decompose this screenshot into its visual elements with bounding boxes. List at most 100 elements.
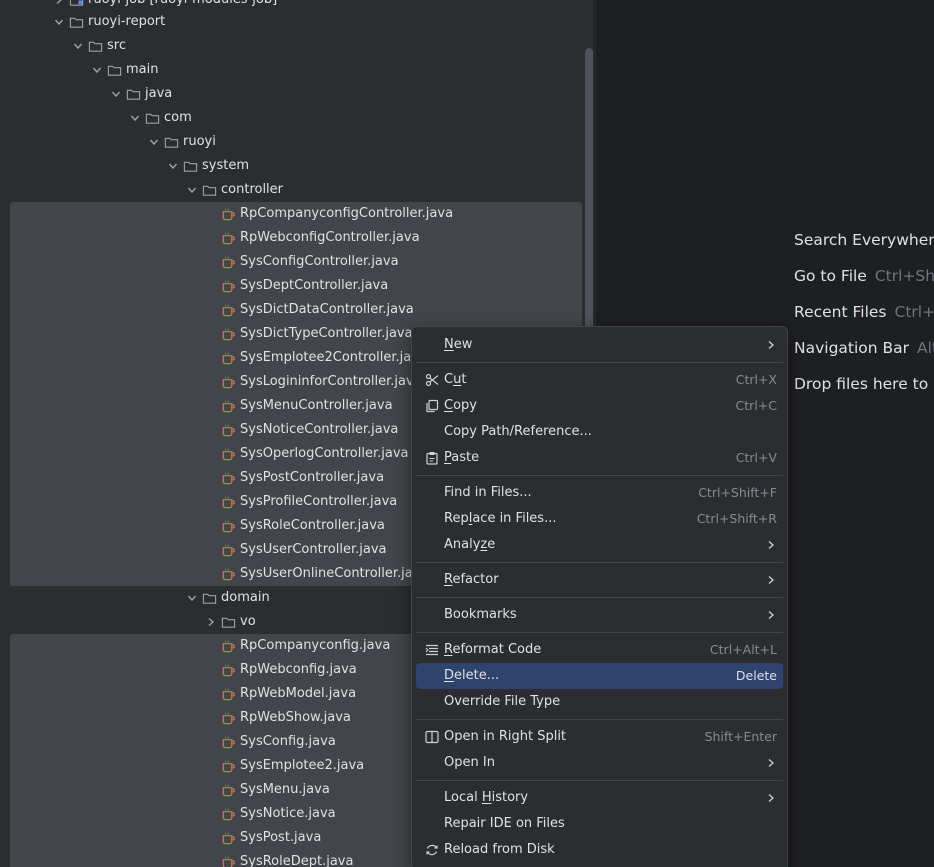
folder-icon <box>201 178 217 202</box>
chevron-down-icon[interactable] <box>126 106 144 130</box>
tree-row-label: SysDeptController.java <box>240 278 389 293</box>
menu-item-open-in-right-split[interactable]: Open in Right Split Shift+Enter <box>416 724 783 750</box>
tree-row-label: ruoyi-report <box>88 14 166 29</box>
menu-item-bookmarks[interactable]: Bookmarks <box>416 602 783 628</box>
chevron-right-icon[interactable] <box>202 610 220 634</box>
chevron-down-icon[interactable] <box>164 154 182 178</box>
menu-item-delete[interactable]: Delete... Delete <box>416 663 783 689</box>
menu-item-new[interactable]: New <box>416 332 783 358</box>
tree-row-label: com <box>164 110 192 125</box>
tree-row-label: vo <box>240 614 256 629</box>
menu-item-label: Paste <box>444 450 480 465</box>
menu-separator <box>416 475 783 476</box>
tree-file-sysdictdatacontroller-java[interactable]: SysDictDataController.java <box>202 298 414 322</box>
menu-item-shortcut: Ctrl+V <box>735 450 777 465</box>
tree-row-label: SysEmplotee2Controller.java <box>240 350 427 365</box>
chevron-down-icon[interactable] <box>183 586 201 610</box>
tree-file-rpwebconfig-java[interactable]: RpWebconfig.java <box>202 658 357 682</box>
menu-item-find-in-files[interactable]: Find in Files... Ctrl+Shift+F <box>416 480 783 506</box>
menu-item-shortcut: Ctrl+C <box>735 398 777 413</box>
tree-file-sysnoticecontroller-java[interactable]: SysNoticeController.java <box>202 418 398 442</box>
tree-file-sysemplotee2-java[interactable]: SysEmplotee2.java <box>202 754 364 778</box>
tree-file-sysusercontroller-java[interactable]: SysUserController.java <box>202 538 386 562</box>
tree-file-rpcompanyconfigcontroller-java[interactable]: RpCompanyconfigController.java <box>202 202 453 226</box>
menu-item-refactor[interactable]: Refactor <box>416 567 783 593</box>
menu-item-analyze[interactable]: Analyze <box>416 532 783 558</box>
menu-item-paste[interactable]: Paste Ctrl+V <box>416 445 783 471</box>
tree-row-label: SysPost.java <box>240 830 322 845</box>
tree-file-sysemplotee2controller-java[interactable]: SysEmplotee2Controller.java <box>202 346 427 370</box>
tree-file-sysroledept-java[interactable]: SysRoleDept.java <box>202 850 353 867</box>
tree-row-label: RpWebModel.java <box>240 686 357 701</box>
tree-folder-com[interactable]: com <box>126 106 192 130</box>
chevron-down-icon[interactable] <box>107 82 125 106</box>
chevron-down-icon[interactable] <box>183 178 201 202</box>
menu-item-override-file-type[interactable]: Override File Type <box>416 689 783 715</box>
menu-item-cut[interactable]: Cut Ctrl+X <box>416 367 783 393</box>
menu-item-replace-in-files[interactable]: Replace in Files... Ctrl+Shift+R <box>416 506 783 532</box>
tree-file-sysmenucontroller-java[interactable]: SysMenuController.java <box>202 394 393 418</box>
tree-row-label: SysMenuController.java <box>240 398 393 413</box>
folder-icon <box>163 130 179 154</box>
tree-folder-main[interactable]: main <box>88 58 158 82</box>
menu-item-reformat-code[interactable]: Reformat Code Ctrl+Alt+L <box>416 637 783 663</box>
tree-folder-java[interactable]: java <box>107 82 172 106</box>
tree-row-label: system <box>202 158 249 173</box>
tree-row-label: controller <box>221 182 284 197</box>
menu-item-repair-ide-on-files[interactable]: Repair IDE on Files <box>416 811 783 837</box>
tree-row-label: src <box>107 38 126 53</box>
menu-item-open-in[interactable]: Open In <box>416 750 783 776</box>
folder-icon <box>68 10 84 34</box>
chevron-down-icon[interactable] <box>69 34 87 58</box>
tree-row-label: RpCompanyconfig.java <box>240 638 391 653</box>
tree-file-sysconfig-java[interactable]: SysConfig.java <box>202 730 336 754</box>
tree-folder-vo[interactable]: vo <box>202 610 256 634</box>
tree-row-label: SysRoleDept.java <box>240 854 354 867</box>
java-class-icon <box>220 466 236 490</box>
chevron-down-icon[interactable] <box>145 130 163 154</box>
tree-folder-ruoyi-report[interactable]: ruoyi-report <box>50 10 165 34</box>
java-class-icon <box>220 562 236 586</box>
menu-item-copy-path-reference[interactable]: Copy Path/Reference... <box>416 419 783 445</box>
editor-hint-go-to-file: Go to File Ctrl+Sh <box>794 266 934 286</box>
tree-file-sysconfigcontroller-java[interactable]: SysConfigController.java <box>202 250 399 274</box>
tree-file-sysrolecontroller-java[interactable]: SysRoleController.java <box>202 514 385 538</box>
tree-file-sysdicttypecontroller-java[interactable]: SysDictTypeController.java <box>202 322 413 346</box>
tree-file-sysuseronlinecontroller-java[interactable]: SysUserOnlineController.java <box>202 562 428 586</box>
tree-row-label: SysMenu.java <box>240 782 330 797</box>
tree-folder-controller[interactable]: controller <box>183 178 283 202</box>
chevron-down-icon[interactable] <box>50 10 68 34</box>
tree-folder-src[interactable]: src <box>69 34 126 58</box>
chevron-down-icon[interactable] <box>88 58 106 82</box>
hint-label: Recent Files <box>794 303 887 321</box>
tree-file-rpwebmodel-java[interactable]: RpWebModel.java <box>202 682 356 706</box>
tree-row-label: SysDictDataController.java <box>240 302 414 317</box>
tree-file-sysdeptcontroller-java[interactable]: SysDeptController.java <box>202 274 388 298</box>
chevron-right-icon <box>767 602 775 628</box>
tree-file-rpwebshow-java[interactable]: RpWebShow.java <box>202 706 351 730</box>
tree-folder-domain[interactable]: domain <box>183 586 270 610</box>
java-class-icon <box>220 514 236 538</box>
reload-icon <box>424 837 440 863</box>
tree-file-syspostcontroller-java[interactable]: SysPostController.java <box>202 466 384 490</box>
tree-file-rpwebconfigcontroller-java[interactable]: RpWebconfigController.java <box>202 226 420 250</box>
tree-file-sysmenu-java[interactable]: SysMenu.java <box>202 778 330 802</box>
tree-file-syslogininforcontroller-java[interactable]: SysLogininforController.java <box>202 370 422 394</box>
menu-item-copy[interactable]: Copy Ctrl+C <box>416 393 783 419</box>
tree-file-sysoperlogcontroller-java[interactable]: SysOperlogController.java <box>202 442 409 466</box>
chevron-right-icon <box>767 532 775 558</box>
menu-item-reload-from-disk[interactable]: Reload from Disk <box>416 837 783 863</box>
tree-file-sysprofilecontroller-java[interactable]: SysProfileController.java <box>202 490 397 514</box>
tree-file-rpcompanyconfig-java[interactable]: RpCompanyconfig.java <box>202 634 390 658</box>
tree-file-syspost-java[interactable]: SysPost.java <box>202 826 321 850</box>
tree-folder-system[interactable]: system <box>164 154 249 178</box>
menu-item-local-history[interactable]: Local History <box>416 785 783 811</box>
tree-folder-ruoyi[interactable]: ruoyi <box>145 130 216 154</box>
tree-file-sysnotice-java[interactable]: SysNotice.java <box>202 802 336 826</box>
